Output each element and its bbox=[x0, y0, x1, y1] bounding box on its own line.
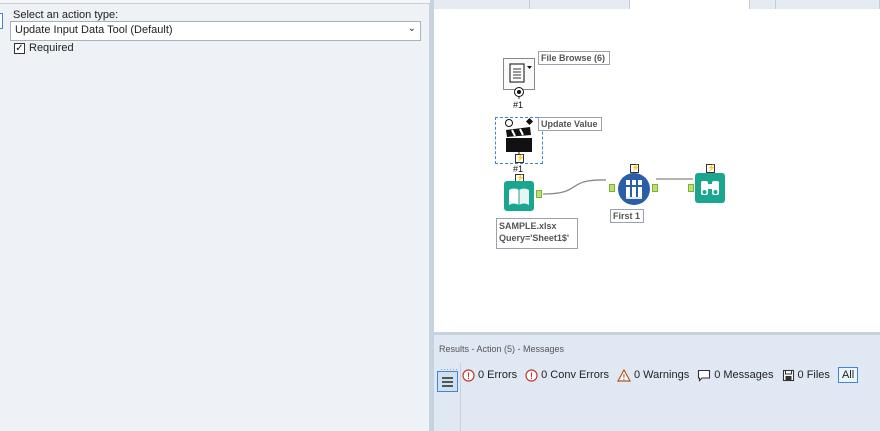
list-line bbox=[442, 381, 453, 383]
lightning-anchor-icon: ⚡ bbox=[630, 164, 640, 173]
input-data-label: SAMPLE.xlsx Query='Sheet1$' bbox=[496, 218, 578, 249]
open-book-icon bbox=[509, 188, 529, 205]
action-type-value: Update Input Data Tool (Default) bbox=[15, 24, 173, 36]
required-checkbox[interactable]: ✓ bbox=[14, 42, 25, 54]
results-panel: Results - Action (5) - Messages ······ !… bbox=[434, 335, 880, 431]
workflow-tab[interactable] bbox=[530, 0, 630, 9]
required-label: Required bbox=[29, 42, 74, 54]
svg-text:!: ! bbox=[623, 373, 626, 382]
errors-filter-label: 0 Errors bbox=[478, 369, 518, 381]
workflow-tab[interactable] bbox=[750, 0, 776, 9]
question-anchor-icon bbox=[514, 87, 524, 97]
lightning-anchor-icon: ⚡ bbox=[515, 154, 525, 163]
messages-filter[interactable]: 0 Messages bbox=[697, 369, 774, 382]
workflow-canvas[interactable]: File Browse (6) #1 Update Value ⚡ #1 ⚡ S… bbox=[434, 9, 880, 332]
svg-text:!: ! bbox=[530, 371, 533, 381]
update-value-anchor: #1 bbox=[513, 164, 524, 174]
results-title: Results - Action (5) - Messages bbox=[439, 344, 565, 354]
all-filter-button[interactable]: All bbox=[837, 367, 859, 383]
workflow-tab[interactable] bbox=[434, 0, 530, 9]
action-type-label: Select an action type: bbox=[13, 9, 119, 21]
connection-lines bbox=[518, 92, 693, 195]
message-filter-bar: ! 0 Errors ! 0 Conv Errors ! 0 Warnings … bbox=[462, 366, 859, 384]
conv-errors-filter[interactable]: ! 0 Conv Errors bbox=[525, 368, 609, 382]
conv-errors-filter-label: 0 Conv Errors bbox=[541, 369, 609, 381]
save-disk-icon bbox=[782, 369, 794, 381]
required-option[interactable]: ✓ Required bbox=[14, 42, 74, 54]
output-anchor[interactable] bbox=[652, 184, 658, 192]
list-view-button[interactable] bbox=[437, 371, 458, 392]
input-data-tool[interactable] bbox=[504, 181, 534, 211]
output-anchor[interactable] bbox=[536, 190, 542, 198]
message-bubble-icon bbox=[698, 369, 711, 382]
connection-input-to-sample bbox=[542, 179, 607, 195]
file-browse-anchor: #1 bbox=[513, 100, 524, 110]
warnings-filter[interactable]: ! 0 Warnings bbox=[616, 368, 690, 382]
sample-rows-icon bbox=[626, 180, 642, 199]
sample-label: First 1 bbox=[610, 209, 644, 223]
chevron-down-icon: ⌄ bbox=[407, 23, 416, 34]
files-filter-label: 0 Files bbox=[797, 369, 830, 381]
files-filter[interactable]: 0 Files bbox=[782, 369, 830, 382]
update-value-label: Update Value bbox=[538, 117, 602, 131]
input-anchor[interactable] bbox=[609, 184, 615, 192]
workflow-tab-strip bbox=[434, 0, 880, 9]
lightning-anchor-icon: ⚡ bbox=[706, 164, 716, 173]
sample-tool[interactable] bbox=[618, 173, 650, 205]
warning-triangle-icon: ! bbox=[616, 368, 631, 382]
configuration-panel: Select an action type: Update Input Data… bbox=[0, 0, 430, 431]
input-data-label-line1: SAMPLE.xlsx bbox=[499, 221, 557, 231]
list-line bbox=[442, 377, 453, 379]
browse-tool[interactable] bbox=[695, 173, 725, 203]
file-browse-label: File Browse (6) bbox=[538, 51, 610, 65]
input-data-label-line2: Query='Sheet1$' bbox=[499, 233, 570, 243]
panel-edge-handle[interactable] bbox=[0, 13, 3, 29]
workflow-tab[interactable] bbox=[776, 0, 880, 9]
errors-filter[interactable]: ! 0 Errors bbox=[462, 368, 518, 382]
error-circle-icon: ! bbox=[462, 368, 475, 382]
input-anchor[interactable] bbox=[688, 184, 694, 192]
svg-text:!: ! bbox=[467, 371, 470, 381]
file-browse-tool[interactable] bbox=[503, 58, 535, 90]
messages-filter-label: 0 Messages bbox=[714, 369, 774, 381]
results-side-bar: ······ bbox=[434, 363, 461, 431]
warnings-filter-label: 0 Warnings bbox=[633, 369, 690, 381]
workflow-tab-active[interactable] bbox=[630, 0, 750, 9]
panel-top-border bbox=[0, 0, 430, 4]
error-circle-icon: ! bbox=[525, 368, 538, 382]
action-type-dropdown[interactable]: Update Input Data Tool (Default) ⌄ bbox=[10, 21, 421, 41]
binoculars-icon bbox=[701, 181, 719, 195]
list-line bbox=[442, 385, 453, 387]
document-icon bbox=[509, 63, 532, 83]
